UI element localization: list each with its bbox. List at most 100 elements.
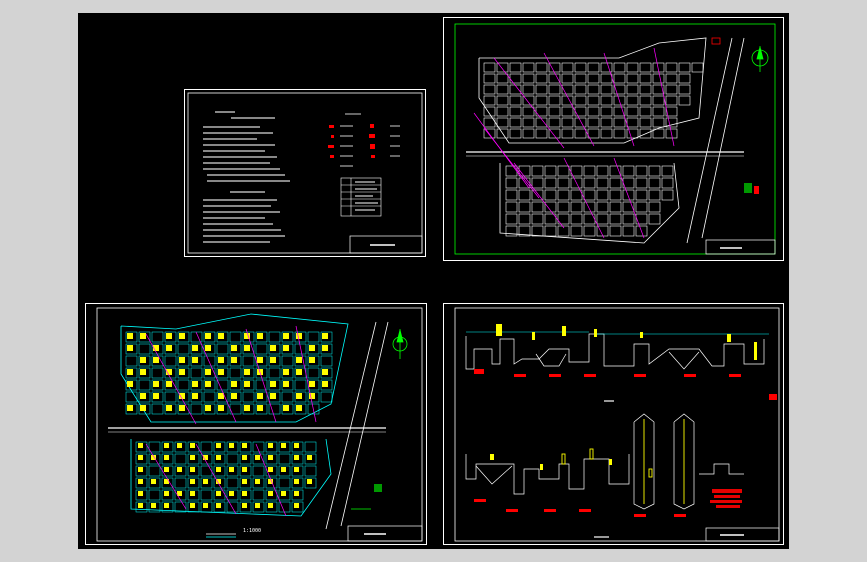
cad-block	[226, 501, 239, 513]
notes-drawing	[187, 92, 423, 254]
grid-plan-drawing	[96, 307, 423, 542]
cad-block	[268, 367, 281, 379]
cad-block	[626, 106, 639, 117]
cad-block	[583, 201, 596, 213]
cad-block	[270, 345, 276, 351]
cad-block	[509, 73, 522, 84]
cad-block	[283, 369, 289, 375]
cad-block	[190, 403, 203, 415]
cad-block	[179, 369, 185, 375]
cad-block	[596, 213, 609, 225]
cad-block	[127, 381, 133, 387]
sheet-design-notes[interactable]	[184, 89, 426, 257]
cad-block	[190, 503, 195, 508]
cad-block	[622, 165, 635, 177]
cad-block	[125, 355, 138, 367]
cad-block	[505, 225, 518, 237]
cad-block	[268, 331, 281, 343]
cad-block	[309, 357, 315, 363]
cad-block	[151, 479, 156, 484]
cad-block	[535, 84, 548, 95]
cad-block	[229, 443, 234, 448]
cad-block	[665, 95, 678, 106]
sheet-pipe-plan[interactable]	[443, 17, 784, 261]
cad-block	[587, 62, 600, 73]
cad-block	[304, 441, 317, 453]
cad-block	[661, 165, 674, 177]
cad-block	[557, 177, 570, 189]
cad-block	[522, 62, 535, 73]
cad-block	[648, 213, 661, 225]
cad-block	[639, 84, 652, 95]
cad-block	[281, 391, 294, 403]
cad-block	[164, 491, 169, 496]
cad-block	[583, 213, 596, 225]
cad-block	[574, 62, 587, 73]
cad-block	[226, 477, 239, 489]
cad-block	[307, 479, 312, 484]
cad-block	[322, 369, 328, 375]
cad-model-space[interactable]: 1:1000	[78, 13, 789, 549]
cad-block	[320, 355, 333, 367]
cad-block	[190, 467, 195, 472]
cad-block	[281, 355, 294, 367]
cad-block	[544, 177, 557, 189]
cad-block	[192, 393, 198, 399]
cad-block	[242, 491, 247, 496]
cad-block	[587, 95, 600, 106]
cad-block	[309, 381, 315, 387]
sheet-grid-plan[interactable]: 1:1000	[85, 303, 427, 545]
cad-block	[153, 357, 159, 363]
cad-block	[544, 189, 557, 201]
cad-block	[205, 405, 211, 411]
cad-block	[587, 73, 600, 84]
cad-block	[177, 343, 190, 355]
cad-block	[218, 369, 224, 375]
cad-block	[296, 405, 302, 411]
cad-block	[151, 331, 164, 343]
cad-block	[226, 453, 239, 465]
cad-block	[216, 379, 229, 391]
cad-block	[200, 465, 213, 477]
cad-block	[296, 393, 302, 399]
cad-block	[294, 479, 299, 484]
cad-block	[535, 73, 548, 84]
cad-block	[127, 405, 133, 411]
cad-block	[203, 391, 216, 403]
cad-block	[600, 62, 613, 73]
sheet-process-profile[interactable]	[443, 303, 784, 545]
cad-block	[294, 443, 299, 448]
cad-block	[268, 467, 273, 472]
cad-block	[548, 62, 561, 73]
cad-block	[164, 455, 169, 460]
cad-block	[242, 479, 247, 484]
cad-block	[216, 491, 221, 496]
cad-block	[622, 225, 635, 237]
cad-block	[179, 405, 185, 411]
cad-block	[229, 331, 242, 343]
cad-pipe-line	[513, 162, 565, 229]
cad-block	[281, 491, 286, 496]
cad-block	[622, 189, 635, 201]
cad-block	[600, 117, 613, 128]
cad-block	[570, 165, 583, 177]
cad-block	[509, 117, 522, 128]
cad-block	[609, 165, 622, 177]
cad-block	[535, 95, 548, 106]
cad-block	[148, 489, 161, 501]
cad-block	[216, 455, 221, 460]
cad-block	[138, 479, 143, 484]
cad-block	[483, 62, 496, 73]
cad-block	[138, 491, 143, 496]
cad-block	[596, 177, 609, 189]
cad-block	[190, 455, 195, 460]
cad-block	[294, 455, 299, 460]
cad-block	[509, 84, 522, 95]
cad-block	[192, 381, 198, 387]
cad-block	[203, 479, 208, 484]
cad-block	[583, 189, 596, 201]
cad-block	[270, 381, 276, 387]
cad-block	[635, 165, 648, 177]
cad-block	[522, 84, 535, 95]
cad-block	[231, 345, 237, 351]
